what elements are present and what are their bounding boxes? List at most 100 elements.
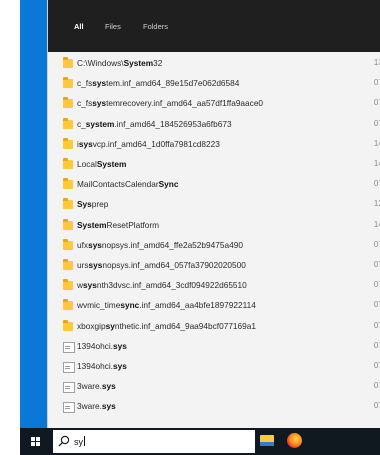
result-date: 07.	[373, 78, 380, 88]
result-name-suffix: 32	[153, 58, 163, 68]
result-date: 07.	[373, 280, 380, 290]
result-name-prefix: xboxgip	[77, 320, 106, 331]
result-name: 3ware.sys	[77, 381, 116, 391]
result-date: 14.	[373, 159, 380, 168]
result-date: 07.	[373, 401, 380, 411]
search-icon	[58, 435, 70, 447]
tab-folders[interactable]: Folders	[143, 22, 168, 31]
results-list: C:\Windows\System3213.c_fssystem.inf_amd…	[48, 54, 380, 428]
result-row-file[interactable]: 1394ohci.sys 07.	[48, 357, 380, 377]
result-name-suffix: .inf_amd64_aa4bfe1897922114	[139, 300, 256, 311]
result-name-match: sys	[101, 401, 116, 412]
result-name-prefix: Local	[77, 159, 97, 169]
result-name-match: sys	[112, 340, 127, 351]
folder-icon	[63, 158, 73, 169]
file-explorer-icon[interactable]	[260, 435, 274, 446]
result-name-prefix: urs	[77, 260, 89, 270]
result-name-match: sys	[83, 280, 97, 291]
result-name-match: sys	[101, 381, 116, 392]
result-name: isysvcp.inf_amd64_1d0ffa7981cd8223	[77, 139, 220, 149]
result-name-suffix: tem.inf_amd64_89e15d7e062d6584	[106, 78, 240, 89]
result-name: SystemResetPlatform	[77, 220, 159, 230]
result-row-folder[interactable]: wsysnth3dvsc.inf_amd64_3cdf094922d65510 0…	[48, 276, 380, 296]
result-name-match: System	[77, 219, 107, 230]
folder-icon	[63, 238, 73, 250]
file-icon	[63, 362, 75, 373]
file-icon	[63, 341, 75, 353]
result-row-folder[interactable]: c_fssystem.inf_amd64_89e15d7e062d6584 07.	[48, 74, 380, 94]
windows-start-icon[interactable]	[31, 437, 41, 447]
taskbar: sy	[20, 428, 380, 455]
result-row-file[interactable]: 3ware.sys 07.	[48, 377, 380, 397]
result-name-suffix: .inf_amd64_184526953a6fb673	[114, 118, 232, 129]
result-row-folder[interactable]: LocalSystem 14.	[48, 155, 380, 175]
result-name-match: sys	[112, 361, 127, 371]
result-row-folder[interactable]: MailContactsCalendarSync 07.	[48, 175, 380, 195]
result-row-folder[interactable]: SystemResetPlatform 14.	[48, 216, 380, 236]
result-name: C:\Windows\System32	[77, 58, 162, 68]
result-name-prefix: 1394ohci.	[77, 361, 113, 371]
result-row-file[interactable]: 3ware.sys 07.	[48, 397, 380, 417]
result-name: MailContactsCalendarSync	[77, 179, 178, 189]
result-row-folder[interactable]: c_fssystemrecovery.inf_amd64_aa57df1ffa9…	[48, 94, 380, 114]
result-name: c_system.inf_amd64_184526953a6fb673	[77, 119, 232, 129]
result-row-folder[interactable]: urssysnopsys.inf_amd64_057fa37902020500 0…	[48, 256, 380, 276]
file-icon	[63, 402, 75, 414]
text-caret	[84, 436, 85, 446]
folder-icon	[63, 299, 73, 311]
result-name: wsysnth3dvsc.inf_amd64_3cdf094922d65510	[77, 280, 247, 290]
result-date: 14.	[373, 138, 380, 148]
folder-icon	[63, 279, 73, 291]
result-name: 3ware.sys	[77, 401, 116, 411]
result-name-match: Sys	[77, 199, 92, 210]
result-date: 07.	[373, 381, 380, 391]
result-name: wvmic_timesync.inf_amd64_aa4bfe189792211…	[77, 300, 256, 310]
tab-all[interactable]: All	[74, 22, 84, 31]
result-date: 13.	[373, 58, 380, 67]
result-row-folder[interactable]: ufxsysnopsys.inf_amd64_ffe2a52b9475a490 0…	[48, 236, 380, 256]
result-date: 07.	[373, 239, 380, 249]
result-name-prefix: 3ware.	[77, 401, 102, 412]
result-name-match: sys	[92, 98, 107, 109]
result-row-folder[interactable]: xboxgipsynthetic.inf_amd64_9aa94bcf07716…	[48, 317, 380, 337]
result-name: ufxsysnopsys.inf_amd64_ffe2a52b9475a490	[77, 240, 243, 250]
search-input[interactable]: sy	[74, 436, 85, 447]
result-name-prefix: C:\Windows\	[77, 58, 124, 68]
result-name-match: sy	[105, 320, 115, 331]
result-name-prefix: 3ware.	[77, 381, 102, 392]
result-name: xboxgipsynthetic.inf_amd64_9aa94bcf07716…	[77, 321, 256, 331]
result-row-folder[interactable]: C:\Windows\System32 13.	[48, 54, 380, 74]
result-name-match: sys	[88, 239, 102, 250]
folder-icon	[63, 57, 73, 68]
firefox-icon[interactable]	[287, 433, 302, 448]
search-filter-bar: All Files Folders	[48, 0, 380, 52]
tab-files[interactable]: Files	[105, 22, 121, 31]
result-row-folder[interactable]: wvmic_timesync.inf_amd64_aa4bfe189792211…	[48, 296, 380, 316]
result-name-suffix: nopsys.inf_amd64_057fa37902020500	[102, 260, 246, 270]
result-row-folder[interactable]: Sysprep 12.	[48, 195, 380, 215]
result-row-file[interactable]: 1394ohci.sys 07.	[48, 337, 380, 357]
result-name-match: sys	[92, 78, 107, 89]
result-name-suffix: nth3dvsc.inf_amd64_3cdf094922d65510	[96, 280, 247, 291]
result-name-prefix: 1394ohci.	[77, 340, 113, 351]
search-query-text: sy	[74, 437, 83, 447]
folder-icon	[63, 259, 73, 270]
result-name-suffix: nthetic.inf_amd64_9aa94bcf077169a1	[114, 320, 257, 331]
result-name: c_fssystem.inf_amd64_89e15d7e062d6584	[77, 78, 239, 88]
result-name-prefix: c_	[77, 118, 86, 129]
result-date: 07.	[373, 300, 380, 310]
folder-icon	[63, 117, 73, 129]
result-name: 1394ohci.sys	[77, 341, 127, 351]
file-icon	[63, 382, 75, 394]
result-row-folder[interactable]: c_system.inf_amd64_184526953a6fb673 07.	[48, 115, 380, 135]
result-name-match: System	[123, 58, 154, 68]
result-name-suffix: nopsys.inf_amd64_ffe2a52b9475a490	[101, 239, 243, 250]
result-name: urssysnopsys.inf_amd64_057fa37902020500	[77, 260, 246, 270]
result-name-match: Sync	[158, 179, 179, 190]
result-name: LocalSystem	[77, 159, 126, 169]
result-row-folder[interactable]: isysvcp.inf_amd64_1d0ffa7981cd8223 14.	[48, 135, 380, 155]
result-name: Sysprep	[77, 199, 108, 209]
result-name-prefix: wvmic_time	[77, 300, 121, 311]
result-date: 07.	[373, 320, 380, 330]
taskbar-search-box[interactable]: sy	[53, 430, 255, 453]
